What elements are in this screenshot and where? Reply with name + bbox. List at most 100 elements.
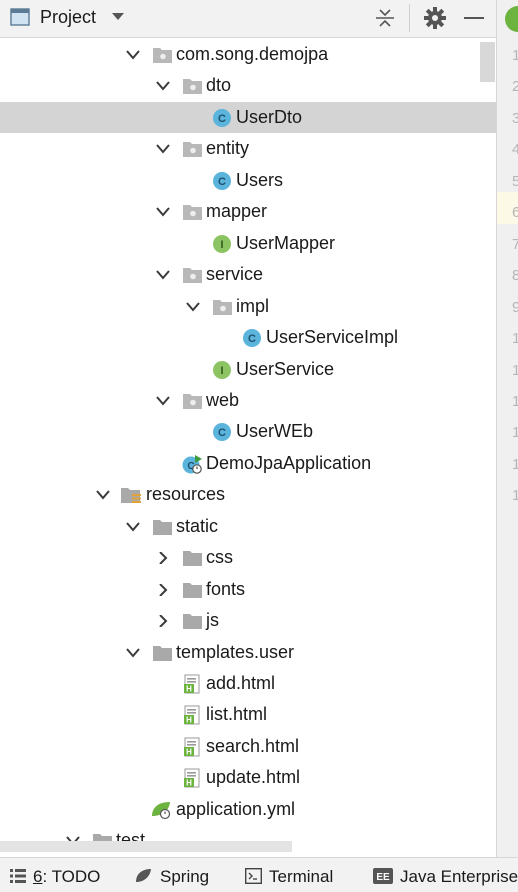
line-number: 12 (512, 392, 518, 410)
chevron-down-icon[interactable] (156, 395, 170, 407)
folder-icon (183, 614, 202, 630)
resources-folder-icon (121, 488, 141, 504)
folder-icon (183, 582, 202, 598)
tree-node-label: impl (236, 295, 270, 316)
package-icon (183, 142, 202, 158)
java-enterprise-icon: EE (373, 868, 393, 884)
tree-node[interactable]: service (0, 259, 496, 290)
package-icon (183, 79, 202, 95)
tree-node[interactable]: C DemoJpaApplication (0, 448, 496, 479)
chevron-right-icon[interactable] (156, 583, 170, 596)
tree-node[interactable]: web (0, 385, 496, 416)
tree-node[interactable]: Hsearch.html (0, 731, 496, 762)
line-number: 1 (512, 47, 518, 64)
collapse-all-icon[interactable] (374, 7, 396, 29)
project-tool-window: Project com.song.demojpa dto C UserDto e… (0, 0, 518, 892)
html-file-icon: H (184, 674, 200, 694)
project-view-title[interactable]: Project (40, 7, 96, 28)
svg-text:C: C (218, 176, 226, 188)
spring-tab[interactable]: Spring (160, 867, 209, 887)
svg-text:C: C (218, 427, 226, 439)
tree-node-label: css (206, 547, 233, 568)
chevron-down-icon[interactable] (126, 647, 140, 659)
tree-node[interactable]: entity (0, 133, 496, 164)
tree-node[interactable]: C UserServiceImpl (0, 322, 496, 353)
dropdown-arrow-icon[interactable] (112, 13, 124, 21)
html-file-icon: H (184, 768, 200, 788)
svg-text:H: H (186, 716, 192, 725)
chevron-down-icon[interactable] (156, 269, 170, 281)
todo-tab[interactable]: 6: TODO (33, 867, 100, 887)
svg-text:I: I (220, 365, 223, 377)
tree-node-label: add.html (206, 673, 276, 693)
tree-node[interactable]: application.yml (0, 794, 496, 825)
html-file-icon: H (184, 737, 200, 757)
tree-node[interactable]: C Users (0, 165, 496, 196)
chevron-right-icon[interactable] (156, 615, 170, 628)
spring-tab-icon[interactable] (505, 6, 518, 32)
chevron-down-icon[interactable] (156, 206, 170, 218)
tree-node-label: UserWEb (236, 421, 314, 442)
java-enterprise-tab[interactable]: Java Enterprise (400, 867, 518, 887)
vertical-scrollbar[interactable] (480, 42, 495, 82)
tree-node[interactable]: I UserService (0, 354, 496, 385)
tree-node[interactable]: Hlist.html (0, 699, 496, 730)
tree-node[interactable]: C UserWEb (0, 416, 496, 447)
chevron-down-icon[interactable] (126, 49, 140, 61)
tree-node[interactable]: js (0, 605, 496, 636)
terminal-tab[interactable]: Terminal (269, 867, 333, 887)
horizontal-scrollbar[interactable] (0, 841, 292, 852)
tree-node[interactable]: css (0, 542, 496, 573)
tree-node-label: templates.user (176, 641, 295, 662)
tree-node[interactable]: resources (0, 479, 496, 510)
tree-node[interactable]: templates.user (0, 637, 496, 668)
tree-node-label: js (206, 610, 219, 631)
class-icon: C (213, 171, 231, 190)
tree-node[interactable]: Hadd.html (0, 668, 496, 699)
project-toolbar: Project (0, 0, 496, 38)
line-number: 4 (512, 141, 518, 159)
package-icon (183, 268, 202, 284)
minimize-icon[interactable] (464, 17, 484, 19)
line-number: 13 (512, 424, 518, 442)
tree-node[interactable]: Hupdate.html (0, 762, 496, 793)
tree-node[interactable]: com.song.demojpa (0, 39, 496, 70)
package-icon (153, 48, 172, 63)
toolbar-separator (409, 4, 410, 32)
svg-text:H: H (186, 685, 192, 694)
tree-node-label: application.yml (176, 798, 296, 819)
tree-node[interactable]: C UserDto (0, 101, 496, 133)
tree-node-label: com.song.demojpa (176, 44, 329, 64)
chevron-right-icon[interactable] (156, 552, 170, 565)
svg-text:H: H (186, 747, 192, 756)
tree-node-label: service (206, 264, 264, 285)
tree-node-label: search.html (206, 735, 300, 756)
tree-node[interactable]: static (0, 511, 496, 542)
tree-node-label: web (206, 389, 240, 410)
bottom-tool-bar: 6: TODO Spring Terminal EE Java Enterpri… (0, 857, 518, 892)
tree-node-label: UserServiceImpl (266, 327, 399, 348)
chevron-down-icon[interactable] (126, 521, 140, 533)
chevron-down-icon[interactable] (156, 143, 170, 155)
gear-icon[interactable] (423, 6, 447, 30)
svg-text:H: H (186, 779, 192, 788)
line-number: 5 (512, 172, 518, 190)
chevron-down-icon[interactable] (156, 80, 170, 92)
chevron-down-icon[interactable] (96, 489, 110, 501)
terminal-icon (245, 868, 262, 884)
tree-node[interactable]: impl (0, 291, 496, 322)
tree-node[interactable]: fonts (0, 574, 496, 605)
tree-node-label: fonts (206, 578, 246, 599)
chevron-down-icon[interactable] (186, 301, 200, 313)
package-icon (183, 393, 202, 409)
line-number: 11 (512, 361, 518, 379)
tree-node[interactable]: I UserMapper (0, 228, 496, 259)
folder-icon (153, 645, 172, 661)
tree-node[interactable]: dto (0, 70, 496, 101)
editor-gutter: 123456789101112131415 (496, 0, 518, 857)
tree-node-label: resources (146, 484, 226, 505)
package-icon (183, 205, 202, 221)
tree-node[interactable]: mapper (0, 196, 496, 227)
class-icon: C (213, 423, 231, 442)
package-icon (213, 299, 232, 315)
